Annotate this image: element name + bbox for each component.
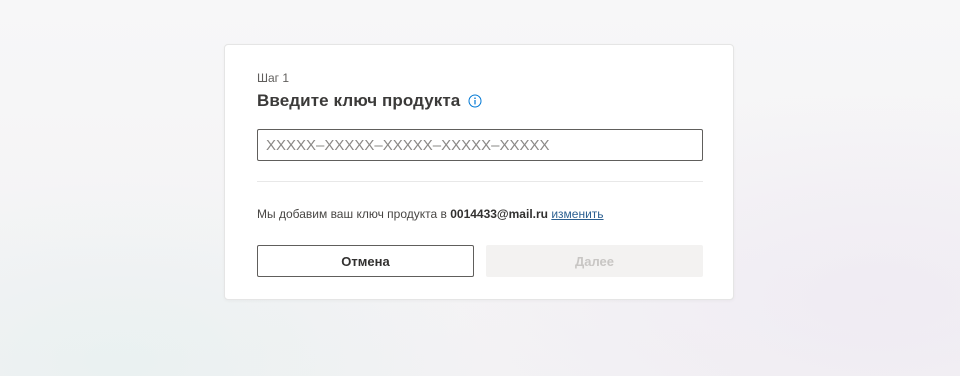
product-key-dialog: Шаг 1 Введите ключ продукта Мы добавим в… — [224, 44, 734, 300]
cancel-button[interactable]: Отмена — [257, 245, 474, 277]
product-key-input[interactable] — [257, 129, 703, 161]
info-circle-icon[interactable] — [468, 94, 482, 108]
dialog-title: Введите ключ продукта — [257, 91, 461, 110]
divider — [257, 181, 703, 182]
step-label: Шаг 1 — [257, 71, 290, 85]
change-account-link[interactable]: изменить — [551, 207, 603, 221]
next-button[interactable]: Далее — [486, 245, 703, 277]
title-row: Введите ключ продукта — [257, 91, 482, 111]
account-email: 0014433@mail.ru — [450, 207, 548, 221]
account-info-prefix: Мы добавим ваш ключ продукта в — [257, 207, 447, 221]
account-info-text: Мы добавим ваш ключ продукта в 0014433@m… — [257, 207, 604, 221]
